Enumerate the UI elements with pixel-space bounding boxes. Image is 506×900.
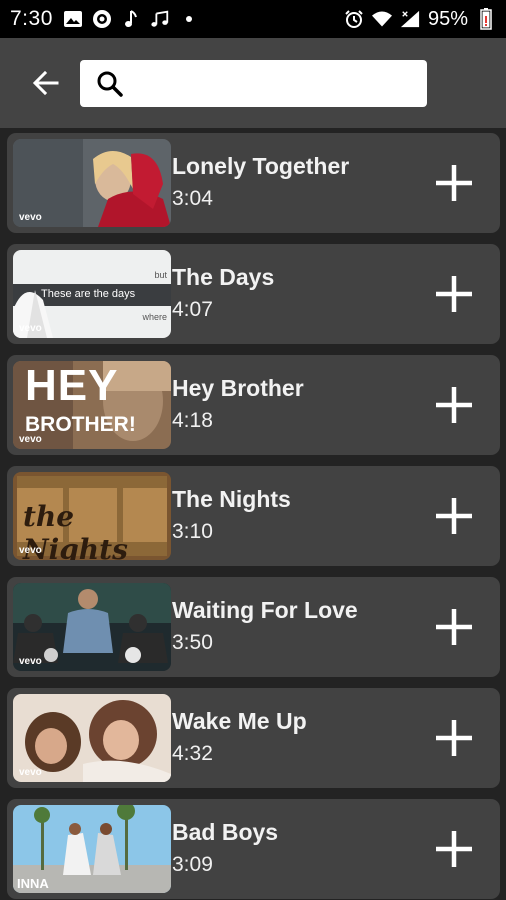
back-button[interactable] bbox=[24, 61, 68, 105]
thumbnail-title-text: HEY bbox=[25, 361, 119, 410]
song-duration: 3:50 bbox=[172, 631, 213, 654]
search-bar[interactable] bbox=[80, 60, 427, 107]
add-icon[interactable] bbox=[434, 718, 474, 758]
add-icon[interactable] bbox=[434, 385, 474, 425]
search-icon bbox=[97, 71, 123, 97]
location-icon bbox=[92, 9, 112, 29]
song-thumbnail: vevo bbox=[13, 139, 171, 227]
song-card[interactable]: the Nights vevo The Nights 3:10 bbox=[7, 466, 500, 566]
song-card[interactable]: HEY BROTHER! vevo Hey Brother 4:18 bbox=[7, 355, 500, 455]
song-thumbnail: vevo bbox=[13, 694, 171, 782]
song-card[interactable]: These are the days but where vevo The Da… bbox=[7, 244, 500, 344]
battery-icon bbox=[476, 8, 496, 30]
music-notes-icon bbox=[150, 9, 170, 29]
status-bar: 7:30 95% bbox=[0, 0, 506, 38]
song-card[interactable]: vevo Lonely Together 3:04 bbox=[7, 133, 500, 233]
song-title: Wake Me Up bbox=[172, 708, 307, 734]
thumbnail-caption: but bbox=[154, 270, 167, 280]
add-icon[interactable] bbox=[434, 274, 474, 314]
vevo-badge: vevo bbox=[19, 323, 42, 334]
notification-icons bbox=[63, 9, 199, 29]
alarm-icon bbox=[344, 9, 364, 29]
vevo-badge: vevo bbox=[19, 656, 42, 667]
status-time: 7:30 bbox=[10, 7, 53, 30]
song-thumbnail: the Nights vevo bbox=[13, 472, 171, 560]
song-title: The Days bbox=[172, 264, 275, 290]
song-thumbnail: These are the days but where vevo bbox=[13, 250, 171, 338]
add-icon[interactable] bbox=[434, 163, 474, 203]
add-icon[interactable] bbox=[434, 496, 474, 536]
cell-signal-icon bbox=[400, 9, 420, 29]
add-icon[interactable] bbox=[434, 607, 474, 647]
thumbnail-caption: where bbox=[142, 312, 167, 322]
music-note-icon bbox=[121, 9, 141, 29]
song-title: The Nights bbox=[172, 486, 291, 512]
song-thumbnail: HEY BROTHER! vevo bbox=[13, 361, 171, 449]
song-duration: 3:04 bbox=[172, 187, 213, 210]
song-thumbnail: vevo bbox=[13, 583, 171, 671]
song-title: Lonely Together bbox=[172, 153, 350, 179]
thumbnail-caption: These are the days bbox=[41, 288, 136, 300]
inna-badge: INNA bbox=[17, 876, 49, 891]
vevo-badge: vevo bbox=[19, 545, 42, 556]
dot-icon bbox=[179, 9, 199, 29]
song-title: Waiting For Love bbox=[172, 597, 358, 623]
vevo-badge: vevo bbox=[19, 767, 42, 778]
vevo-badge: vevo bbox=[19, 212, 42, 223]
search-input[interactable] bbox=[134, 73, 414, 94]
song-duration: 4:32 bbox=[172, 742, 213, 765]
thumbnail-title-text: the Nights bbox=[23, 500, 128, 560]
image-icon bbox=[63, 9, 83, 29]
app-bar bbox=[0, 38, 506, 128]
song-title: Hey Brother bbox=[172, 375, 304, 401]
wifi-icon bbox=[371, 9, 392, 29]
vevo-badge: vevo bbox=[19, 434, 42, 445]
add-icon[interactable] bbox=[434, 829, 474, 869]
song-card[interactable]: vevo Waiting For Love 3:50 bbox=[7, 577, 500, 677]
song-title: Bad Boys bbox=[172, 819, 279, 845]
song-duration: 3:10 bbox=[172, 520, 213, 543]
arrow-left-icon bbox=[32, 70, 59, 96]
battery-percent: 95% bbox=[427, 7, 468, 30]
song-card[interactable]: INNA Bad Boys 3:09 bbox=[7, 799, 500, 899]
system-icons: 95% bbox=[344, 8, 496, 31]
song-duration: 3:09 bbox=[172, 853, 213, 876]
song-duration: 4:18 bbox=[172, 409, 213, 432]
song-thumbnail: INNA bbox=[13, 805, 171, 893]
song-duration: 4:07 bbox=[172, 298, 213, 321]
song-card[interactable]: vevo Wake Me Up 4:32 bbox=[7, 688, 500, 788]
